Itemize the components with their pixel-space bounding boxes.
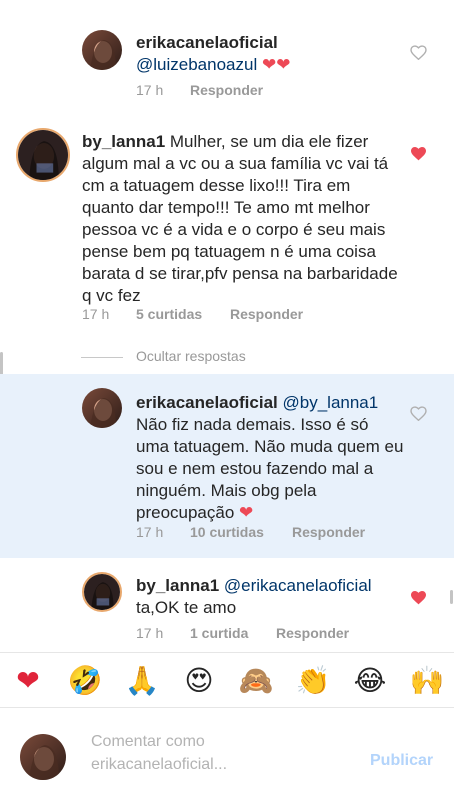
comment-input[interactable]: Comentar como erikacanelaoficial... [91, 730, 227, 776]
comment-username[interactable]: erikacanelaoficial [136, 33, 278, 52]
like-heart-filled-icon[interactable] [410, 146, 427, 161]
comment-username[interactable]: by_lanna1 [136, 576, 219, 595]
praying-hands-emoji[interactable]: 🙏 [124, 663, 160, 699]
publish-button[interactable]: Publicar [370, 752, 433, 770]
comment-meta: 17 h 1 curtida Responder [136, 625, 349, 641]
likes-count[interactable]: 10 curtidas [190, 524, 292, 540]
likes-count[interactable]: 5 curtidas [136, 306, 230, 322]
heart-emoji-text: ❤ [239, 503, 254, 522]
comment-time: 17 h [136, 524, 164, 540]
comment-input-placeholder-line1: Comentar como [91, 733, 205, 750]
comment-time: 17 h [136, 82, 164, 98]
comment-username[interactable]: by_lanna1 [82, 132, 165, 151]
comment-body: by_lanna1 @erikacanelaoficial ta,OK te a… [136, 575, 406, 619]
like-heart-outline-icon[interactable] [410, 406, 427, 421]
like-heart-filled-icon[interactable] [410, 590, 427, 605]
comment-meta: 17 h 10 curtidas Responder [136, 524, 365, 540]
avatar[interactable] [82, 572, 122, 612]
comment-mention[interactable]: @luizebanoazul [136, 55, 257, 74]
comment-time: 17 h [136, 625, 164, 641]
avatar[interactable] [82, 388, 122, 428]
comment-text: Mulher, se um dia ele fizer algum mal a … [82, 132, 398, 305]
heart-eyes-emoji[interactable]: 😍 [181, 663, 217, 699]
hide-replies-button[interactable]: Ocultar respostas [136, 348, 246, 364]
comment-input-placeholder-line2: erikacanelaoficial... [91, 756, 228, 773]
see-no-evil-monkey-emoji[interactable]: 🙈 [238, 663, 274, 699]
comment-time: 17 h [82, 306, 110, 322]
replies-divider [81, 357, 123, 358]
clapping-hands-emoji[interactable]: 👏 [295, 663, 331, 699]
reply-button[interactable]: Responder [292, 524, 365, 540]
scrollbar-thumb[interactable] [450, 590, 453, 604]
raised-hands-emoji[interactable]: 🙌 [409, 663, 445, 699]
avatar[interactable] [16, 128, 70, 182]
laughing-emoji[interactable]: 🤣 [67, 663, 103, 699]
comment-body: by_lanna1 Mulher, se um dia ele fizer al… [82, 131, 402, 307]
avatar[interactable] [82, 30, 122, 70]
comment-meta: 17 h 5 curtidas Responder [82, 306, 303, 322]
reply-button[interactable]: Responder [276, 625, 349, 641]
comment-text: Não fiz nada demais. Isso é só uma tatua… [136, 415, 404, 522]
comment-mention[interactable]: @by_lanna1 [283, 393, 379, 412]
comment-username[interactable]: erikacanelaoficial [136, 393, 278, 412]
reply-button[interactable]: Responder [230, 306, 303, 322]
comment-mention[interactable]: @erikacanelaoficial [224, 576, 372, 595]
heart-emoji-text: ❤❤ [261, 55, 291, 74]
comment-body: erikacanelaoficial @luizebanoazul ❤❤ [136, 32, 406, 76]
like-heart-outline-icon[interactable] [410, 45, 427, 60]
likes-count[interactable]: 1 curtida [190, 625, 276, 641]
emoji-quick-bar: ❤ 🤣 🙏 😍 🙈 👏 😂 🙌 [0, 652, 454, 708]
tears-of-joy-emoji[interactable]: 😂 [352, 663, 388, 699]
comment-meta: 17 h Responder [136, 82, 263, 98]
comment-text: ta,OK te amo [136, 598, 237, 617]
comment-body: erikacanelaoficial @by_lanna1 Não fiz na… [136, 392, 406, 524]
reply-button[interactable]: Responder [190, 82, 263, 98]
red-heart-emoji[interactable]: ❤ [10, 663, 46, 699]
composer-avatar [20, 734, 66, 780]
